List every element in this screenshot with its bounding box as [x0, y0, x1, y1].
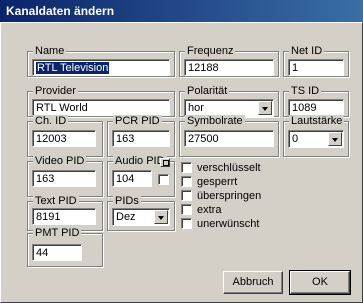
- title-bar: Kanaldaten ändern: [0, 0, 363, 22]
- symbolrate-group: Symbolrate 27500: [179, 115, 279, 157]
- text-pid-label: Text PID: [33, 195, 79, 207]
- pids-group: PIDs Dez: [107, 195, 175, 231]
- pids-select[interactable]: Dez: [112, 208, 170, 226]
- lautstaerke-label: Lautstärke: [289, 115, 345, 127]
- extra-label: extra: [197, 204, 222, 216]
- chevron-down-icon[interactable]: [154, 210, 168, 224]
- ts-id-field[interactable]: 1089: [288, 99, 344, 116]
- unerwuenscht-label: unerwünscht: [197, 218, 260, 230]
- net-id-label: Net ID: [289, 45, 325, 57]
- unerwuenscht-checkbox[interactable]: [181, 218, 192, 229]
- video-pid-field[interactable]: 163: [32, 170, 96, 187]
- polaritaet-group: Polarität hor: [179, 85, 279, 117]
- frequenz-field[interactable]: 12188: [184, 59, 274, 76]
- ch-id-label: Ch. ID: [33, 115, 69, 127]
- net-id-field[interactable]: 1: [288, 59, 344, 76]
- verschluesselt-checkbox[interactable]: [181, 162, 192, 173]
- extra-checkbox[interactable]: [181, 204, 192, 215]
- ch-id-group: Ch. ID 12003: [27, 115, 103, 157]
- provider-group: Provider RTL World: [27, 85, 175, 117]
- audio-pid-field[interactable]: 104: [112, 170, 152, 187]
- provider-label: Provider: [33, 85, 78, 97]
- gesperrt-label: gesperrt: [197, 176, 238, 188]
- ueberspringen-label: überspringen: [197, 190, 262, 202]
- gesperrt-checkbox[interactable]: [181, 176, 192, 187]
- provider-field[interactable]: RTL World: [32, 99, 170, 116]
- verschluesselt-label: verschlüsselt: [197, 162, 261, 174]
- lautstaerke-group: Lautstärke 0: [283, 115, 349, 157]
- ok-button[interactable]: OK: [289, 270, 351, 295]
- cancel-button[interactable]: Abbruch: [223, 271, 283, 294]
- audio-pid-label: Audio PID: [113, 155, 167, 167]
- name-label: Name: [33, 45, 67, 57]
- pcr-pid-label: PCR PID: [113, 115, 162, 127]
- video-pid-group: Video PID 163: [27, 155, 103, 197]
- dialog-body: Name RTL Television Frequenz 12188 Net I…: [0, 22, 363, 303]
- pcr-pid-field[interactable]: 163: [112, 130, 170, 147]
- name-group: Name RTL Television: [27, 45, 175, 77]
- pids-label: PIDs: [113, 195, 141, 207]
- audio-pid-checkbox[interactable]: [158, 174, 169, 185]
- audio-pid-group: Audio PID 104: [107, 155, 175, 197]
- frequenz-label: Frequenz: [185, 45, 236, 57]
- pmt-pid-label: PMT PID: [33, 227, 82, 239]
- ts-id-group: TS ID 1089: [283, 85, 349, 117]
- pmt-pid-field[interactable]: 44: [32, 244, 82, 261]
- ch-id-field[interactable]: 12003: [32, 130, 96, 147]
- video-pid-label: Video PID: [33, 155, 87, 167]
- name-field[interactable]: RTL Television: [32, 59, 170, 76]
- ueberspringen-checkbox[interactable]: [181, 190, 192, 201]
- audio-select-icon[interactable]: [160, 158, 170, 167]
- ts-id-label: TS ID: [289, 85, 322, 97]
- window-title: Kanaldaten ändern: [6, 4, 115, 18]
- polaritaet-label: Polarität: [185, 85, 230, 97]
- chevron-down-icon[interactable]: [258, 101, 272, 115]
- text-pid-field[interactable]: 8191: [32, 208, 96, 225]
- frequenz-group: Frequenz 12188: [179, 45, 279, 77]
- symbolrate-label: Symbolrate: [185, 115, 245, 127]
- net-id-group: Net ID 1: [283, 45, 349, 77]
- symbolrate-field[interactable]: 27500: [184, 130, 274, 147]
- pcr-pid-group: PCR PID 163: [107, 115, 175, 157]
- lautstaerke-select[interactable]: 0: [288, 130, 344, 148]
- pmt-pid-group: PMT PID 44: [27, 227, 103, 267]
- chevron-down-icon[interactable]: [328, 132, 342, 146]
